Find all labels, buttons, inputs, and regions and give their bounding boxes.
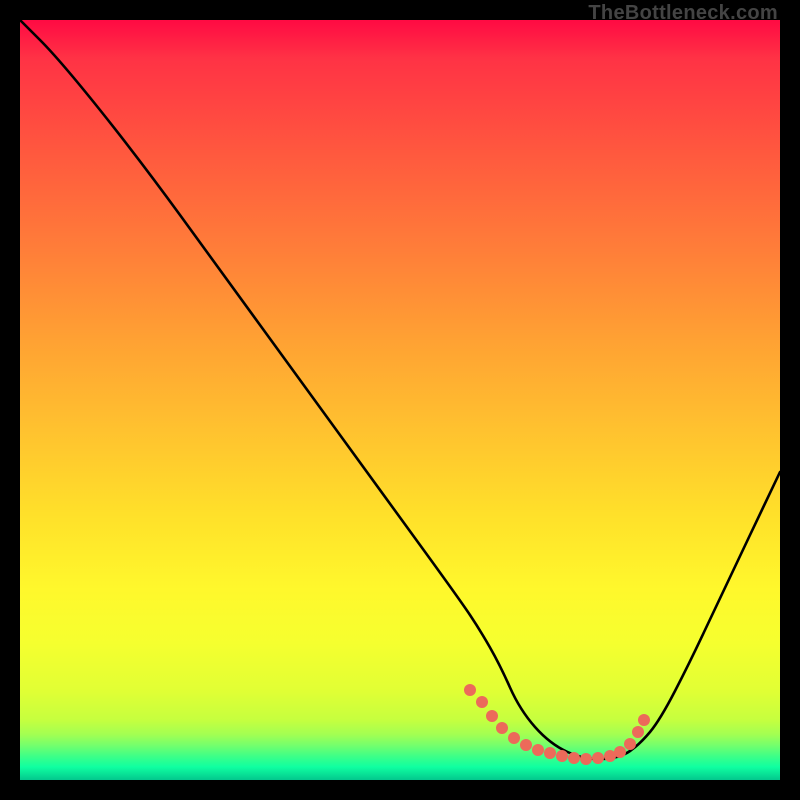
highlight-dot bbox=[486, 710, 498, 722]
curve-layer bbox=[20, 20, 780, 780]
highlight-dot bbox=[624, 738, 636, 750]
bottleneck-curve bbox=[20, 20, 780, 759]
highlight-markers bbox=[464, 684, 650, 765]
highlight-dot bbox=[532, 744, 544, 756]
highlight-dot bbox=[496, 722, 508, 734]
plot-area bbox=[20, 20, 780, 780]
highlight-dot bbox=[476, 696, 488, 708]
highlight-dot bbox=[464, 684, 476, 696]
highlight-dot bbox=[556, 750, 568, 762]
highlight-dot bbox=[580, 753, 592, 765]
highlight-dot bbox=[520, 739, 532, 751]
highlight-dot bbox=[568, 752, 580, 764]
chart-stage: TheBottleneck.com bbox=[0, 0, 800, 800]
highlight-dot bbox=[614, 746, 626, 758]
highlight-dot bbox=[508, 732, 520, 744]
highlight-dot bbox=[592, 752, 604, 764]
highlight-dot bbox=[638, 714, 650, 726]
highlight-dot bbox=[632, 726, 644, 738]
highlight-dot bbox=[544, 747, 556, 759]
